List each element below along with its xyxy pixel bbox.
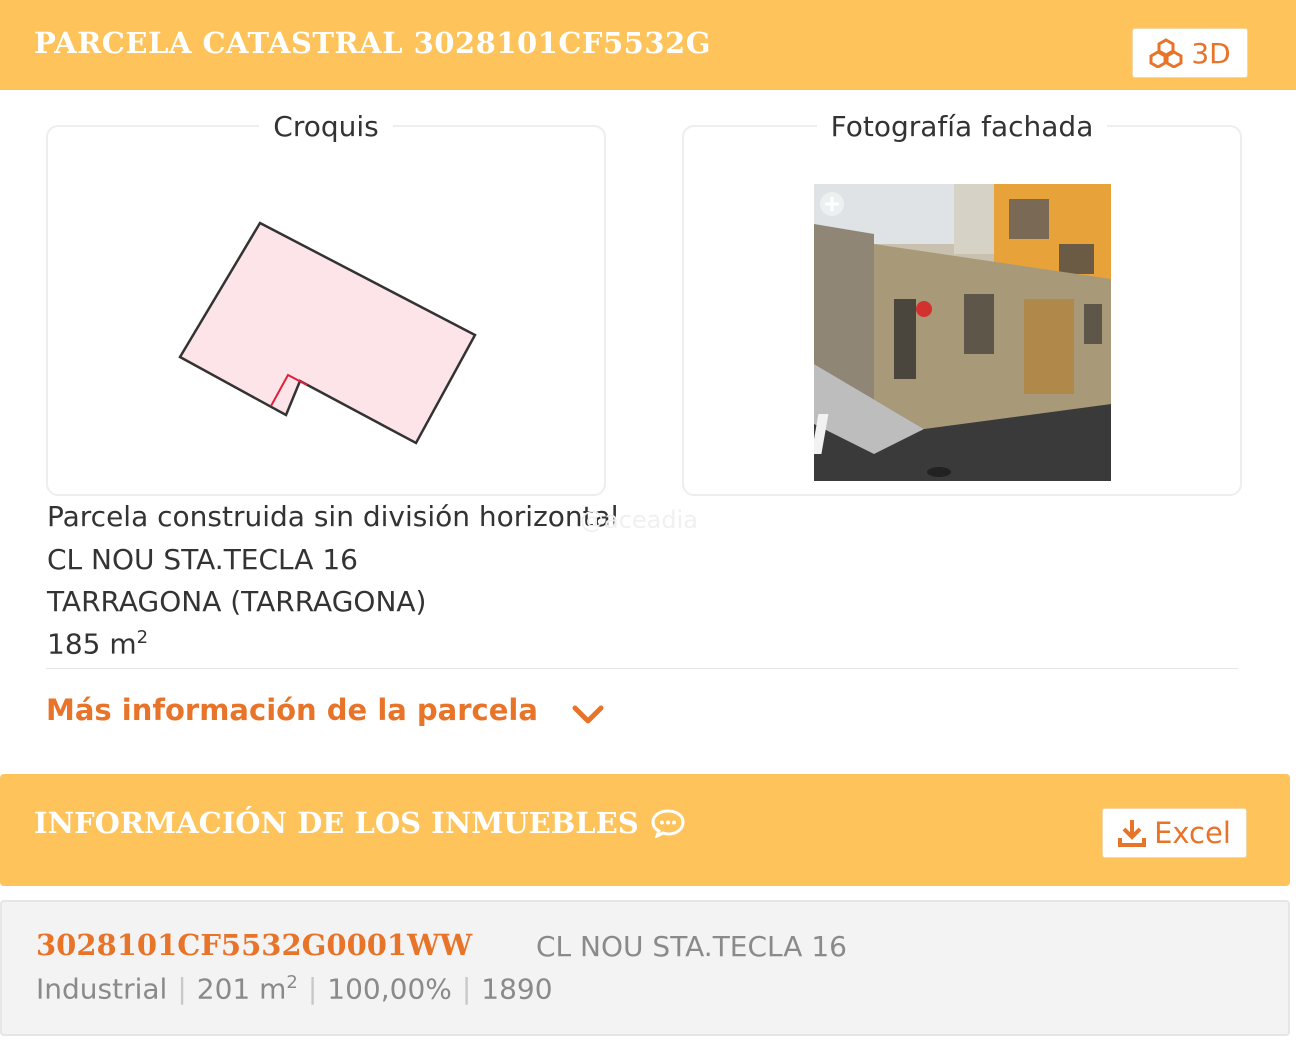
excel-label: Excel [1154,816,1231,850]
parcel-sketch [178,221,477,445]
property-area: 201 m [196,972,287,1006]
3d-label: 3D [1191,36,1231,70]
foto-panel: Fotografía fachada [682,110,1242,496]
excel-button[interactable]: Excel [1102,808,1247,858]
parcel-type: Parcela construida sin división horizont… [47,500,619,533]
property-share: 100,00% [327,972,452,1006]
croquis-panel: Croquis [46,110,606,496]
3d-button[interactable]: 3D [1132,28,1248,78]
more-info-toggle[interactable]: Más información de la parcela [46,693,604,727]
property-year: 1890 [481,972,553,1006]
parcel-area-unit-sup: 2 [136,627,149,648]
parcela-header: PARCELA CATASTRAL 3028101CF5532G 3D [0,0,1296,90]
plus-icon [820,192,844,216]
facade-photo[interactable] [814,184,1111,481]
chevron-down-icon [572,705,604,724]
parcel-municipality: TARRAGONA (TARRAGONA) [47,585,427,618]
download-icon [1118,820,1147,847]
parcel-address: CL NOU STA.TECLA 16 [47,543,358,576]
property-ref[interactable]: 3028101CF5532G0001WW [36,928,472,962]
property-details: Industrial | 201 m2 | 100,00% | 1890 [36,972,553,1006]
parcela-title: PARCELA CATASTRAL 3028101CF5532G [34,26,711,60]
divider [46,668,1238,669]
parcel-area-value: 185 m [47,627,137,661]
inmuebles-title-wrap: INFORMACIÓN DE LOS INMUEBLES [34,806,685,840]
inmuebles-header: INFORMACIÓN DE LOS INMUEBLES [0,774,1290,886]
property-address: CL NOU STA.TECLA 16 [536,930,847,963]
comment-icon[interactable] [651,808,685,838]
foto-label: Fotografía fachada [816,110,1108,143]
parcel-area: 185 m2 [47,627,148,660]
cubes-icon [1149,38,1183,68]
property-area-sup: 2 [286,972,298,993]
inmuebles-title: INFORMACIÓN DE LOS INMUEBLES [34,806,639,840]
croquis-label: Croquis [259,110,393,143]
property-row[interactable]: 3028101CF5532G0001WW CL NOU STA.TECLA 16… [0,900,1290,1036]
more-info-label: Más información de la parcela [46,693,538,727]
watermark-text: @aceadia [580,506,698,534]
property-use: Industrial [36,972,168,1006]
